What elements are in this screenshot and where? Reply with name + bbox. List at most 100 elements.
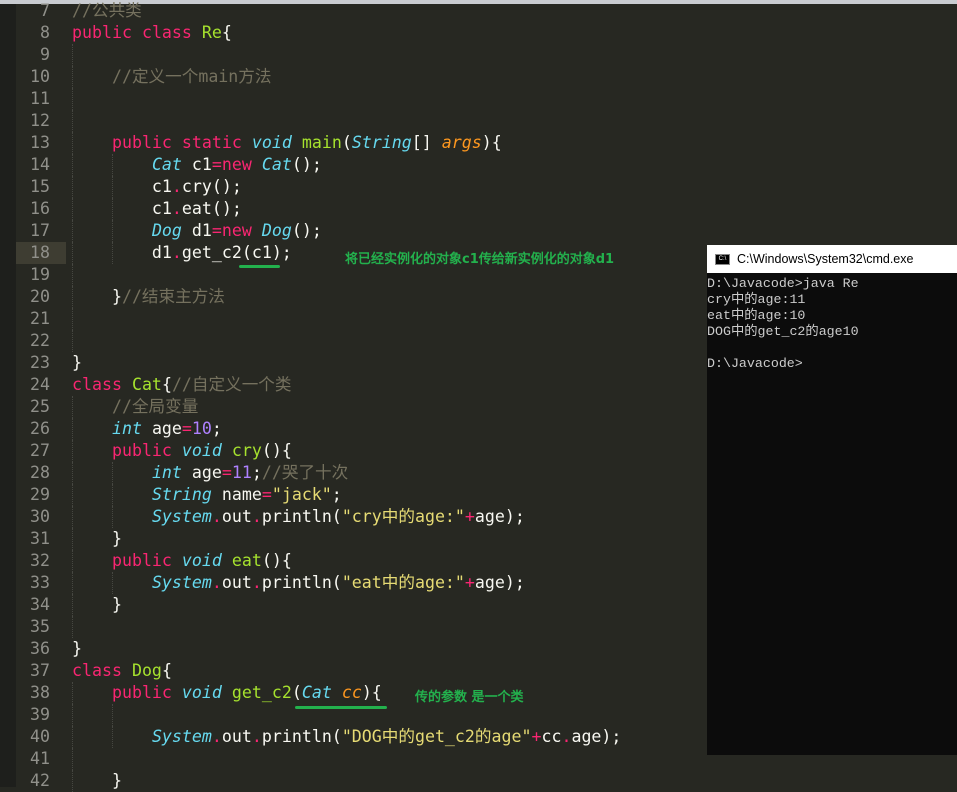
code-token: (); xyxy=(291,155,322,174)
line-number: 37 xyxy=(30,661,50,680)
code-token: = xyxy=(181,419,192,438)
code-text: d1.get_c2(c1); xyxy=(72,242,292,264)
code-text: System.out.println("cry中的age:"+age); xyxy=(72,506,525,528)
line-number: 7 xyxy=(40,1,50,20)
line-number: 19 xyxy=(30,265,50,284)
code-token: (){ xyxy=(261,441,292,460)
indent-guide xyxy=(72,44,73,66)
code-line[interactable]: 42 } xyxy=(16,770,957,792)
code-token: } xyxy=(72,595,122,614)
code-token: public xyxy=(111,551,172,570)
code-line[interactable]: 7 //公共类 xyxy=(16,0,957,22)
code-token: { xyxy=(161,375,172,394)
code-line[interactable]: 17 Dog d1=new Dog(); xyxy=(16,220,957,242)
code-token: eat xyxy=(231,551,262,570)
indent-guide xyxy=(72,748,73,770)
line-number: 33 xyxy=(30,573,50,592)
line-number: 22 xyxy=(30,331,50,350)
underline-param xyxy=(295,706,387,709)
code-line[interactable]: 8 public class Re{ xyxy=(16,22,957,44)
code-token: class xyxy=(72,661,122,680)
line-number: 18 xyxy=(16,242,66,264)
code-line[interactable]: 16 c1.eat(); xyxy=(16,198,957,220)
code-line[interactable]: 11 xyxy=(16,88,957,110)
code-token: c1 xyxy=(72,177,172,196)
code-text: class Dog{ xyxy=(72,660,172,682)
code-token: System xyxy=(151,573,212,592)
code-token: c1 xyxy=(181,155,212,174)
code-token: c1 xyxy=(72,199,172,218)
indent-guide xyxy=(72,330,73,352)
code-token: . xyxy=(211,573,222,592)
code-token: Dog xyxy=(261,221,292,240)
code-text: c1.cry(); xyxy=(72,176,242,198)
code-line[interactable]: 15 c1.cry(); xyxy=(16,176,957,198)
code-text: //公共类 xyxy=(72,0,142,22)
code-token: main xyxy=(301,133,342,152)
code-text: public static void main(String[] args){ xyxy=(72,132,502,154)
code-token: println( xyxy=(261,727,342,746)
code-token: cc xyxy=(541,727,562,746)
cmd-window[interactable]: C:\ C:\Windows\System32\cmd.exe D:\Javac… xyxy=(707,245,957,755)
line-number: 14 xyxy=(30,155,50,174)
code-token: = xyxy=(211,155,222,174)
code-line[interactable]: 10 //定义一个main方法 xyxy=(16,66,957,88)
underline-c1 xyxy=(239,265,280,268)
cmd-output: D:\Javacode>java Re cry中的age:11 eat中的age… xyxy=(707,276,859,371)
code-token: { xyxy=(221,23,232,42)
code-token: age); xyxy=(474,507,525,526)
code-token: } xyxy=(72,287,122,306)
code-token: String xyxy=(151,485,212,504)
code-token: . xyxy=(251,573,262,592)
line-number: 24 xyxy=(30,375,50,394)
code-token: class xyxy=(141,23,192,42)
code-token: . xyxy=(171,177,182,196)
code-token: out xyxy=(221,573,252,592)
line-number: 32 xyxy=(30,551,50,570)
line-number: 35 xyxy=(30,617,50,636)
code-token: int xyxy=(151,463,182,482)
code-text: //全局变量 xyxy=(72,396,198,418)
code-token: Cat xyxy=(301,683,332,702)
code-token: args xyxy=(441,133,482,152)
code-token: //自定义一个类 xyxy=(171,375,292,394)
code-token: int xyxy=(111,419,142,438)
code-token: new xyxy=(221,221,252,240)
code-token: Cat xyxy=(261,155,292,174)
code-token: (); xyxy=(291,221,322,240)
indent-guide xyxy=(72,616,73,638)
line-number: 29 xyxy=(30,485,50,504)
code-line[interactable]: 13 public static void main(String[] args… xyxy=(16,132,957,154)
code-token: void xyxy=(181,441,222,460)
line-number: 13 xyxy=(30,133,50,152)
code-line[interactable]: 14 Cat c1=new Cat(); xyxy=(16,154,957,176)
code-token: { xyxy=(161,661,172,680)
line-number: 10 xyxy=(30,67,50,86)
indent-guide xyxy=(72,110,73,132)
cmd-title: C:\Windows\System32\cmd.exe xyxy=(737,252,914,266)
line-number: 26 xyxy=(30,419,50,438)
code-token: age); xyxy=(474,573,525,592)
code-line[interactable]: 9 xyxy=(16,44,957,66)
code-line[interactable]: 12 xyxy=(16,110,957,132)
code-token: //公共类 xyxy=(72,1,142,20)
code-token: out xyxy=(221,727,252,746)
line-number: 30 xyxy=(30,507,50,526)
cmd-title-bar[interactable]: C:\ C:\Windows\System32\cmd.exe xyxy=(707,245,957,273)
code-token: Dog xyxy=(151,221,182,240)
code-token: . xyxy=(171,243,182,262)
code-text: public class Re{ xyxy=(72,22,232,44)
code-token: cry(); xyxy=(181,177,242,196)
